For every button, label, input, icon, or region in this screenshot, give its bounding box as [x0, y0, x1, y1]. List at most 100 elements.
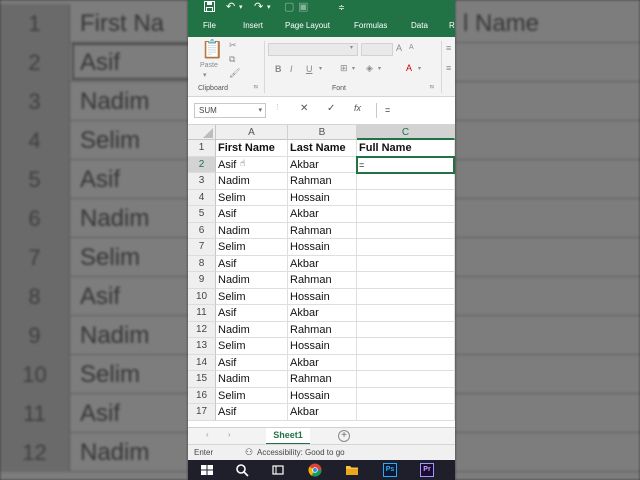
file-explorer-icon[interactable] [345, 463, 359, 477]
cell-a15[interactable]: Nadim [216, 371, 288, 388]
row-header[interactable]: 2 [188, 156, 216, 173]
decrease-font-icon[interactable]: A [409, 44, 414, 51]
cell-b15[interactable]: Rahman [288, 371, 357, 388]
row-header[interactable]: 12 [188, 321, 216, 338]
dialog-launcher-icon[interactable]: ⧅ [254, 84, 258, 91]
chevron-down-icon[interactable]: ▾ [203, 71, 207, 79]
accessibility-status[interactable]: Accessibility: Good to go [257, 448, 345, 457]
italic-button[interactable]: I [290, 64, 293, 74]
cancel-button[interactable]: ✕ [300, 103, 308, 114]
cell-a17[interactable]: Asif [216, 404, 288, 421]
sheet-tab-sheet1[interactable]: Sheet1 [266, 428, 310, 445]
chevron-down-icon[interactable]: ▾ [319, 65, 322, 72]
row-header[interactable]: 4 [188, 189, 216, 206]
cell-c7[interactable] [357, 239, 455, 256]
select-all-corner[interactable] [188, 125, 216, 140]
customize-toolbar-icon[interactable]: ≑ [338, 1, 345, 14]
cell-a3[interactable]: Nadim [216, 173, 288, 190]
row-header[interactable]: 14 [188, 354, 216, 371]
fill-color-icon[interactable]: ◈ [366, 63, 373, 74]
copy-icon[interactable]: ⧉ [229, 54, 235, 65]
photoshop-icon[interactable]: Ps [383, 463, 397, 477]
cell-c13[interactable] [357, 338, 455, 355]
alignment-icon[interactable]: ≡ [446, 43, 451, 53]
chevron-down-icon[interactable]: ▾ [350, 44, 353, 51]
row-header[interactable]: 11 [188, 305, 216, 322]
column-header-a[interactable]: A [216, 125, 288, 140]
next-sheet-icon[interactable]: › [228, 430, 231, 439]
increase-font-icon[interactable]: A [396, 43, 402, 53]
row-header[interactable]: 1 [188, 140, 216, 157]
cell-c5[interactable] [357, 206, 455, 223]
cell-c11[interactable] [357, 305, 455, 322]
cell-c17[interactable] [357, 404, 455, 421]
cell-b8[interactable]: Akbar [288, 255, 357, 272]
previous-sheet-icon[interactable]: ‹ [206, 430, 209, 439]
name-box[interactable]: SUM ▾ [194, 103, 266, 118]
tab-formulas[interactable]: Formulas [354, 21, 387, 30]
column-header-b[interactable]: B [288, 125, 357, 140]
cell-a4[interactable]: Selim [216, 189, 288, 206]
cell-c6[interactable] [357, 222, 455, 239]
cut-icon[interactable]: ✂ [229, 40, 237, 51]
cell-c15[interactable] [357, 371, 455, 388]
cell-a11[interactable]: Asif [216, 305, 288, 322]
undo-icon[interactable]: ↶ [226, 1, 235, 14]
cell-c8[interactable] [357, 255, 455, 272]
cell-a14[interactable]: Asif [216, 354, 288, 371]
paste-icon[interactable]: 📋 [201, 39, 223, 60]
cell-c12[interactable] [357, 321, 455, 338]
windows-start-icon[interactable] [200, 463, 214, 477]
cell-b16[interactable]: Hossain [288, 387, 357, 404]
cell-a8[interactable]: Asif [216, 255, 288, 272]
paste-label[interactable]: Paste [200, 62, 218, 69]
cell-b13[interactable]: Hossain [288, 338, 357, 355]
chevron-down-icon[interactable]: ▾ [378, 65, 381, 72]
cell-c1[interactable]: Full Name [357, 140, 455, 157]
cell-a2[interactable]: Asif [216, 156, 288, 173]
cell-c4[interactable] [357, 189, 455, 206]
chevron-down-icon[interactable]: ▾ [352, 65, 355, 72]
chevron-down-icon[interactable]: ▾ [267, 1, 271, 14]
tab-page-layout[interactable]: Page Layout [285, 21, 330, 30]
cell-a7[interactable]: Selim [216, 239, 288, 256]
cell-a1[interactable]: First Name [216, 140, 288, 157]
cell-a12[interactable]: Nadim [216, 321, 288, 338]
tab-data[interactable]: Data [411, 21, 428, 30]
cell-b12[interactable]: Rahman [288, 321, 357, 338]
cell-b6[interactable]: Rahman [288, 222, 357, 239]
row-header[interactable]: 13 [188, 338, 216, 355]
save-icon[interactable] [204, 1, 215, 16]
align-left-icon[interactable]: ≡ [446, 63, 451, 73]
row-header[interactable]: 17 [188, 404, 216, 421]
cell-b5[interactable]: Akbar [288, 206, 357, 223]
chrome-icon[interactable] [308, 463, 322, 477]
cell-b14[interactable]: Akbar [288, 354, 357, 371]
cell-c9[interactable] [357, 272, 455, 289]
tab-insert[interactable]: Insert [243, 21, 263, 30]
row-header[interactable]: 5 [188, 206, 216, 223]
chevron-down-icon[interactable]: ▾ [239, 1, 243, 14]
row-header[interactable]: 16 [188, 387, 216, 404]
dialog-launcher-icon[interactable]: ⧅ [430, 84, 434, 91]
row-header[interactable]: 10 [188, 288, 216, 305]
tab-review[interactable]: R [449, 21, 455, 30]
tab-file[interactable]: File [203, 21, 216, 30]
cell-b17[interactable]: Akbar [288, 404, 357, 421]
add-sheet-button[interactable]: + [338, 430, 350, 442]
bold-button[interactable]: B [275, 64, 282, 74]
cell-b3[interactable]: Rahman [288, 173, 357, 190]
search-icon[interactable] [235, 463, 249, 477]
cell-a9[interactable]: Nadim [216, 272, 288, 289]
cell-b7[interactable]: Hossain [288, 239, 357, 256]
premiere-icon[interactable]: Pr [420, 463, 434, 477]
formula-input[interactable]: = [376, 103, 454, 118]
column-header-c[interactable]: C [357, 125, 455, 140]
insert-function-button[interactable]: fx [354, 103, 361, 113]
chevron-down-icon[interactable]: ▾ [418, 65, 421, 72]
borders-icon[interactable]: ⊞ [340, 63, 348, 74]
cell-c10[interactable] [357, 288, 455, 305]
font-name-box[interactable] [268, 43, 358, 56]
cell-b2[interactable]: Akbar [288, 156, 357, 173]
cell-a16[interactable]: Selim [216, 387, 288, 404]
